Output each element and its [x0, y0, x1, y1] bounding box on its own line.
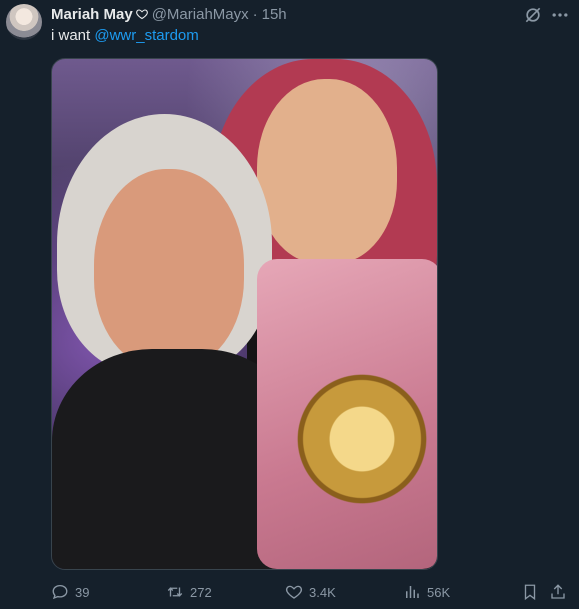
grok-icon[interactable]	[523, 5, 543, 25]
mention-link[interactable]: @wwr_stardom	[94, 27, 198, 44]
action-bar: 39 272 3.4K 56K	[0, 581, 579, 603]
tweet-timestamp[interactable]: 15h	[262, 6, 287, 23]
heart-icon	[285, 585, 303, 599]
heart-icon	[135, 8, 148, 20]
photo-person-right-face	[257, 79, 397, 264]
tweet-photo[interactable]	[51, 58, 438, 570]
like-count: 3.4K	[309, 584, 336, 600]
more-options-icon[interactable]	[550, 5, 570, 25]
views-icon	[406, 586, 419, 598]
avatar[interactable]	[6, 4, 42, 40]
photo-person-left-face	[94, 169, 244, 369]
tweet-text-prefix: i want	[51, 27, 95, 44]
bookmark-button[interactable]	[521, 581, 545, 603]
tweet-header: Mariah May @MariahMayx · 15h	[51, 4, 287, 24]
retweet-icon	[167, 587, 183, 597]
reply-button[interactable]: 39	[51, 581, 89, 603]
separator-dot: ·	[252, 5, 258, 23]
like-button[interactable]: 3.4K	[285, 581, 336, 603]
views-count: 56K	[427, 584, 451, 600]
photo-belt-plate	[292, 359, 432, 519]
views-button[interactable]: 56K	[403, 581, 450, 603]
retweet-count: 272	[190, 584, 212, 600]
share-button[interactable]	[549, 581, 573, 603]
reply-count: 39	[75, 584, 90, 600]
author-name[interactable]: Mariah May	[51, 6, 133, 23]
reply-icon	[52, 584, 68, 600]
bookmark-icon	[524, 584, 536, 601]
tweet-text: i want @wwr_stardom	[51, 27, 199, 44]
share-icon	[551, 584, 565, 599]
retweet-button[interactable]: 272	[166, 581, 212, 603]
author-handle[interactable]: @MariahMayx	[152, 6, 249, 23]
